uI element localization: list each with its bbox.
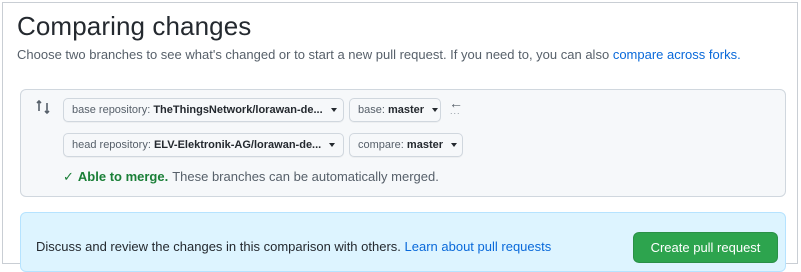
subtitle-text: Choose two branches to see what's change… — [17, 47, 610, 62]
compare-page: Comparing changes Choose two branches to… — [2, 2, 798, 272]
chevron-down-icon — [330, 108, 337, 113]
check-icon: ✓ — [63, 169, 74, 184]
base-repository-select[interactable]: base repository: TheThingsNetwork/lorawa… — [63, 98, 344, 122]
merge-status-label: Able to merge. — [77, 169, 169, 184]
page-title: Comparing changes — [17, 11, 252, 41]
base-branch-label: base: — [358, 104, 385, 116]
compare-branches-box: base repository: TheThingsNetwork/lorawa… — [20, 89, 786, 197]
pr-description: Discuss and review the changes in this c… — [36, 239, 551, 254]
chevron-down-icon — [329, 143, 336, 148]
compare-branch-value: master — [406, 139, 443, 151]
merge-status-detail: These branches can be automatically merg… — [172, 169, 439, 184]
base-repository-value: TheThingsNetwork/lorawan-de... — [153, 104, 323, 116]
head-repository-value: ELV-Elektronik-AG/lorawan-de... — [153, 139, 322, 151]
create-pr-box: Discuss and review the changes in this c… — [20, 212, 786, 272]
create-pull-request-button[interactable]: Create pull request — [633, 232, 778, 263]
head-repository-label: head repository: — [72, 139, 151, 151]
base-branch-value: master — [387, 104, 425, 116]
chevron-down-icon — [451, 143, 458, 148]
compare-branch-label: compare: — [358, 139, 404, 151]
compare-across-forks-link[interactable]: compare across forks. — [613, 47, 741, 62]
base-branch-select[interactable]: base: master — [349, 98, 441, 122]
pr-description-text: Discuss and review the changes in this c… — [36, 239, 401, 254]
base-repository-label: base repository: — [72, 104, 151, 116]
compare-branch-select[interactable]: compare: master — [349, 133, 463, 157]
head-repository-select[interactable]: head repository: ELV-Elektronik-AG/loraw… — [63, 133, 344, 157]
learn-about-pr-link[interactable]: Learn about pull requests — [405, 239, 552, 254]
chevron-down-icon — [432, 108, 439, 113]
merge-status: ✓ Able to merge. These branches can be aut… — [63, 169, 439, 185]
page-subtitle: Choose two branches to see what's change… — [17, 47, 741, 62]
compare-icon — [36, 99, 50, 115]
swap-dots: ... — [450, 106, 461, 116]
